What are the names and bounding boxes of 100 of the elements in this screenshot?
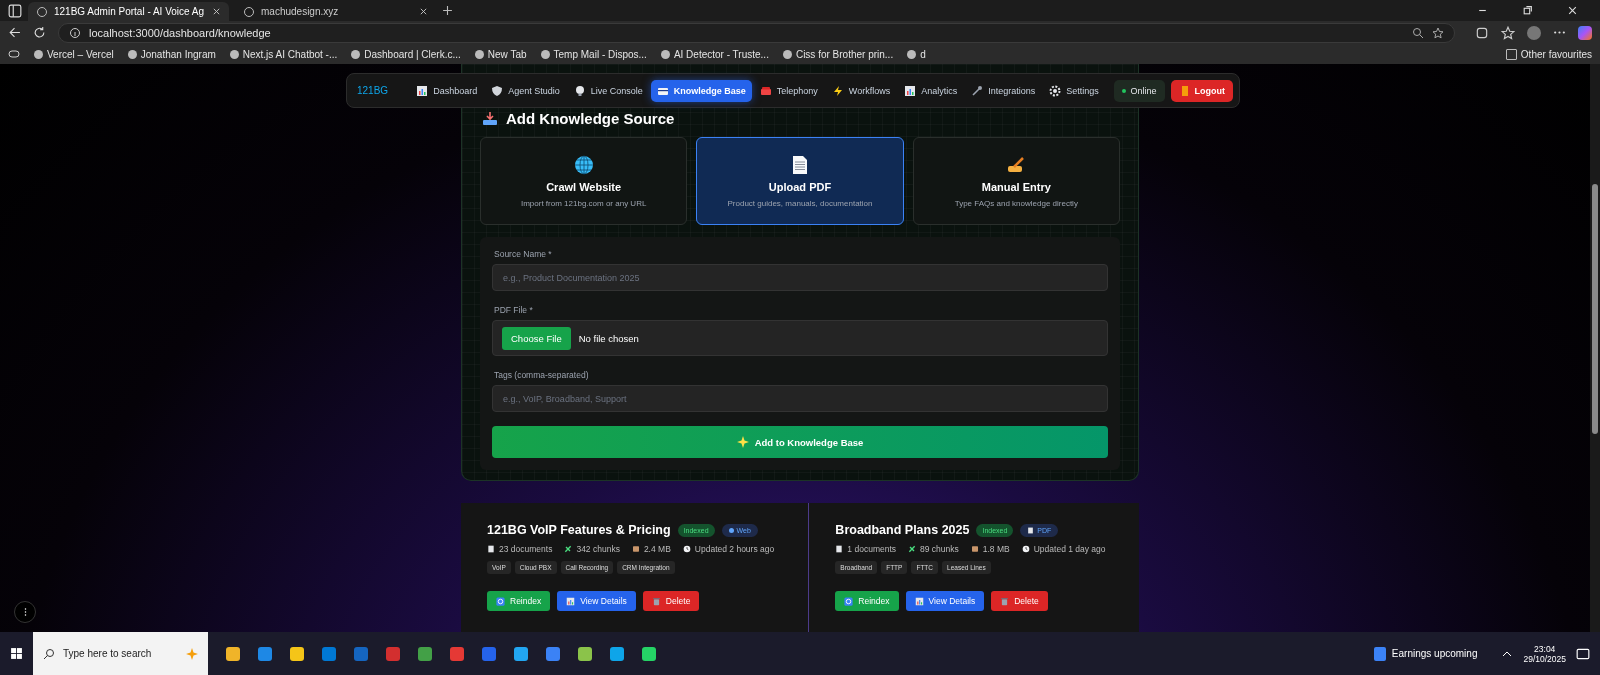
start-icon[interactable] bbox=[10, 647, 23, 660]
dots-icon bbox=[23, 607, 27, 617]
nav-tab[interactable]: Telephony bbox=[753, 79, 824, 102]
logout-button[interactable]: Logout bbox=[1170, 79, 1233, 102]
document-icon bbox=[1027, 526, 1035, 534]
file-status: No file chosen bbox=[578, 332, 639, 344]
taskbar-app-icon[interactable] bbox=[418, 646, 432, 661]
chunk-count: 89 chunks bbox=[908, 544, 959, 554]
action-button[interactable]: Delete bbox=[642, 591, 700, 611]
section-title: Add Knowledge Source bbox=[506, 110, 675, 127]
tab-title: machudesign.xyz bbox=[261, 6, 340, 17]
info-icon bbox=[69, 26, 81, 39]
reload-icon[interactable] bbox=[33, 26, 46, 39]
taskbar-app-icon[interactable] bbox=[290, 646, 304, 661]
file-size: 1.8 MB bbox=[970, 544, 1010, 554]
action-button[interactable]: Delete bbox=[991, 591, 1048, 611]
taskbar-app-icon[interactable] bbox=[226, 646, 240, 661]
trash-icon bbox=[1000, 596, 1010, 606]
back-icon[interactable] bbox=[8, 26, 21, 39]
url-text: localhost:3000/dashboard/knowledge bbox=[89, 26, 271, 39]
nav-tab[interactable]: Analytics bbox=[898, 79, 964, 102]
field-label: PDF File * bbox=[494, 305, 534, 315]
notification-icon[interactable] bbox=[1576, 646, 1590, 661]
file-size: 2.4 MB bbox=[631, 544, 671, 554]
shield-icon bbox=[491, 84, 504, 97]
taskbar-app-icon[interactable] bbox=[642, 646, 656, 661]
updated-time: Updated 1 day ago bbox=[1021, 544, 1106, 554]
field-label: Source Name * bbox=[494, 249, 553, 259]
inbox-tray-icon bbox=[482, 110, 498, 127]
taskbar-app-icon[interactable] bbox=[578, 646, 592, 661]
bookmark[interactable]: Temp Mail - Dispos... bbox=[540, 48, 647, 60]
nav-tab[interactable]: Workflows bbox=[825, 79, 897, 102]
bookmark[interactable]: Next.js AI Chatbot -... bbox=[229, 48, 338, 60]
taskbar-app-icon[interactable] bbox=[546, 646, 560, 661]
profile-avatar[interactable] bbox=[1527, 25, 1541, 40]
bookmark[interactable]: Dashboard | Clerk.c... bbox=[351, 48, 461, 60]
nav-tab[interactable]: Agent Studio bbox=[485, 79, 566, 102]
sparkle-icon bbox=[736, 436, 749, 448]
document-icon bbox=[835, 545, 844, 553]
bookmark[interactable]: Jonathan Ingram bbox=[127, 48, 216, 60]
phone-icon bbox=[759, 84, 772, 97]
logo[interactable]: 121BG bbox=[357, 85, 389, 96]
action-button[interactable]: View Details bbox=[557, 591, 636, 611]
document-count: 23 documents bbox=[487, 544, 553, 554]
sidebar-icon[interactable] bbox=[8, 3, 22, 18]
bookmark[interactable]: AI Detector - Truste... bbox=[660, 48, 769, 60]
taskbar-app-icon[interactable] bbox=[610, 646, 624, 661]
bookmark[interactable]: d bbox=[907, 48, 926, 60]
browser-tab[interactable]: machudesign.xyz bbox=[235, 2, 436, 21]
wrench-icon bbox=[971, 84, 984, 97]
source-type-card[interactable]: Manual Entry Type FAQs and knowledge directly bbox=[912, 137, 1120, 225]
box-icon bbox=[970, 545, 979, 553]
browser-tab[interactable]: 121BG Admin Portal - AI Voice Ag bbox=[28, 2, 229, 21]
source-type-card[interactable]: Crawl Website Import from 121bg.com or any URL bbox=[480, 137, 688, 225]
news-widget[interactable]: Earnings upcoming bbox=[1373, 646, 1478, 661]
action-button[interactable]: View Details bbox=[905, 591, 985, 611]
field-label: Tags (comma-separated) bbox=[494, 370, 590, 380]
bookmark[interactable]: Ciss for Brother prin... bbox=[782, 48, 894, 60]
tags-field[interactable]: e.g., VoIP, Broadband, Support bbox=[492, 385, 1108, 412]
nav-tab[interactable]: Live Console bbox=[567, 79, 649, 102]
updated-time: Updated 2 hours ago bbox=[682, 544, 775, 554]
zoom-icon[interactable] bbox=[1412, 26, 1424, 39]
copilot-icon[interactable] bbox=[1578, 25, 1592, 40]
source-title: Broadband Plans 2025 bbox=[835, 523, 970, 537]
refresh-icon bbox=[844, 596, 854, 606]
bar-chart-icon bbox=[904, 84, 917, 97]
box-icon bbox=[631, 545, 640, 553]
nav-tab[interactable]: Settings bbox=[1043, 79, 1105, 102]
other-favourites-folder[interactable]: Other favourites bbox=[1505, 48, 1592, 60]
globe-icon bbox=[573, 154, 594, 175]
extensions-icon[interactable] bbox=[1475, 25, 1489, 40]
nav-tab[interactable]: Knowledge Base bbox=[650, 79, 752, 102]
scrollbar[interactable] bbox=[1590, 64, 1600, 632]
source-name-field[interactable]: e.g., Product Documentation 2025 bbox=[492, 264, 1108, 291]
file-input-field[interactable]: Choose File No file chosen bbox=[492, 320, 1108, 356]
star-icon[interactable] bbox=[1432, 26, 1444, 39]
restore-icon[interactable] bbox=[1522, 5, 1533, 16]
close-icon[interactable] bbox=[212, 7, 221, 16]
bookmark[interactable]: New Tab bbox=[474, 48, 527, 60]
taskbar-app-icon[interactable] bbox=[258, 646, 272, 661]
taskbar-search-field[interactable]: Type here to search bbox=[33, 632, 208, 675]
favorites-icon[interactable] bbox=[1501, 25, 1515, 40]
source-type-card[interactable]: Upload PDF Product guides, manuals, documentation bbox=[696, 137, 904, 225]
address-bar[interactable]: localhost:3000/dashboard/knowledge bbox=[58, 22, 1455, 43]
search-icon bbox=[43, 647, 55, 660]
nav-tab[interactable]: Integrations bbox=[965, 79, 1042, 102]
bar-chart-icon bbox=[566, 596, 576, 606]
source-title: 121BG VoIP Features & Pricing bbox=[487, 523, 671, 537]
close-icon[interactable] bbox=[419, 7, 428, 16]
new-tab-icon[interactable] bbox=[442, 5, 453, 16]
taskbar-app-icon[interactable] bbox=[514, 646, 528, 661]
add-button[interactable]: Add to Knowledge Base bbox=[492, 426, 1108, 458]
bar-chart-icon bbox=[914, 596, 924, 606]
bookmark[interactable]: Vercel – Vercel bbox=[34, 48, 114, 60]
close-icon[interactable] bbox=[1567, 5, 1578, 16]
globe-icon bbox=[243, 5, 255, 18]
clock[interactable]: 23:04 29/10/2025 bbox=[1523, 643, 1566, 664]
globe-icon bbox=[36, 5, 48, 18]
nav-tab[interactable]: Dashboard bbox=[410, 79, 484, 102]
trash-icon bbox=[651, 596, 661, 606]
